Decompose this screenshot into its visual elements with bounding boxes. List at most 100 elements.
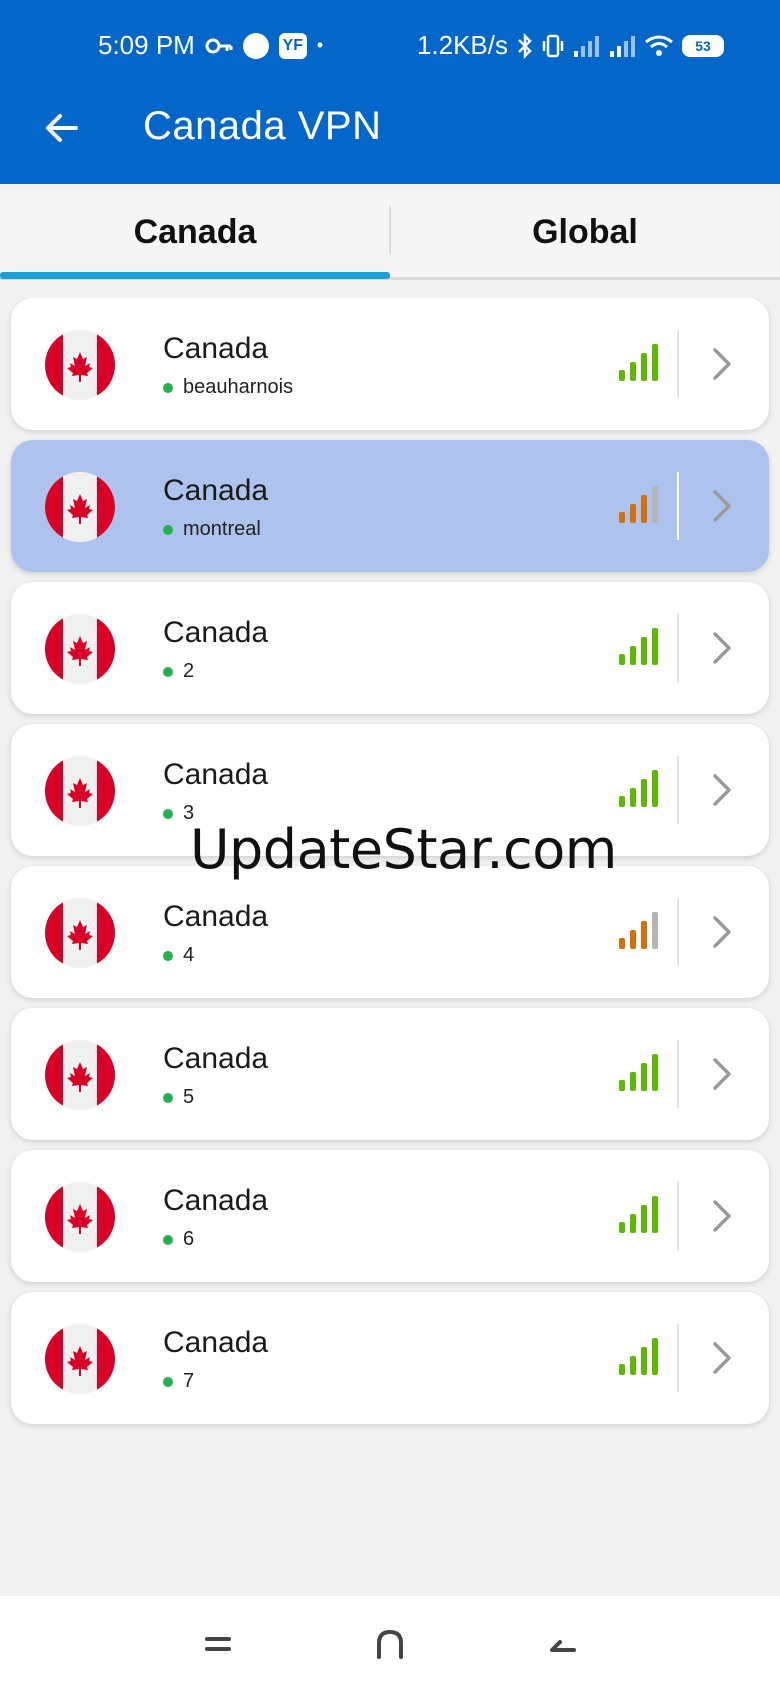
signal-strength-icon bbox=[619, 628, 658, 665]
signal-strength-icon bbox=[619, 1196, 658, 1233]
battery-icon: 53 bbox=[682, 34, 724, 57]
canada-flag-icon bbox=[45, 1182, 115, 1252]
signal-strength-icon bbox=[619, 1338, 658, 1375]
server-country: Canada bbox=[163, 332, 269, 365]
wifi-icon bbox=[645, 35, 673, 56]
active-tab-indicator bbox=[0, 272, 390, 279]
card-divider bbox=[677, 1040, 679, 1108]
watermark: UpdateStar.com bbox=[190, 818, 617, 881]
server-location-label: 5 bbox=[183, 1086, 195, 1108]
server-location: 6 bbox=[163, 1228, 194, 1251]
online-status-dot bbox=[163, 1234, 173, 1245]
chevron-right-icon[interactable] bbox=[701, 484, 741, 528]
server-location: 2 bbox=[163, 660, 194, 683]
chevron-right-icon[interactable] bbox=[701, 910, 741, 954]
system-nav-bar bbox=[0, 1596, 780, 1690]
card-divider bbox=[677, 472, 679, 540]
server-location-label: 2 bbox=[183, 660, 195, 682]
canada-flag-icon bbox=[45, 1324, 115, 1394]
app-bar: Canada VPN bbox=[0, 72, 780, 184]
system-back-button[interactable] bbox=[534, 1616, 590, 1672]
server-location: beauharnois bbox=[163, 376, 293, 399]
signal-strength-icon bbox=[619, 912, 658, 949]
server-location-label: montreal bbox=[183, 518, 261, 540]
server-card[interactable]: Canada 5 bbox=[11, 1008, 769, 1140]
server-country: Canada bbox=[163, 1184, 269, 1217]
online-status-dot bbox=[163, 950, 173, 961]
canada-flag-icon bbox=[45, 330, 115, 400]
card-divider bbox=[677, 1324, 679, 1392]
canada-flag-icon bbox=[45, 614, 115, 684]
canada-flag-icon bbox=[45, 472, 115, 542]
server-location-label: 6 bbox=[183, 1228, 195, 1250]
network-speed: 1.2KB/s bbox=[416, 30, 508, 60]
signal-strength-icon bbox=[619, 486, 658, 523]
server-card[interactable]: Canada montreal bbox=[11, 440, 769, 572]
signal-icon bbox=[610, 35, 635, 57]
key-icon bbox=[205, 38, 233, 53]
server-location-label: 4 bbox=[183, 944, 195, 966]
dot-icon: • bbox=[316, 35, 324, 55]
recent-apps-button[interactable] bbox=[190, 1616, 246, 1672]
server-location-label: beauharnois bbox=[183, 376, 294, 398]
card-divider bbox=[677, 1182, 679, 1250]
signal-strength-icon bbox=[619, 1054, 658, 1091]
server-card[interactable]: Canada beauharnois bbox=[11, 298, 769, 430]
chevron-right-icon[interactable] bbox=[701, 626, 741, 670]
back-button[interactable] bbox=[34, 100, 90, 156]
server-list[interactable]: Canada beauharnois Canada montreal Canada 2 Ca… bbox=[0, 298, 780, 1476]
home-icon bbox=[377, 1629, 403, 1659]
online-status-dot bbox=[163, 808, 173, 819]
canada-flag-icon bbox=[45, 898, 115, 968]
tab-canada[interactable]: Canada bbox=[0, 184, 390, 280]
online-status-dot bbox=[163, 1092, 173, 1103]
tab-global[interactable]: Global bbox=[390, 184, 780, 280]
back-arrow-icon bbox=[46, 114, 78, 142]
circle-icon bbox=[242, 32, 269, 59]
server-location: montreal bbox=[163, 518, 261, 541]
server-card[interactable]: Canada 2 bbox=[11, 582, 769, 714]
server-location: 7 bbox=[163, 1370, 194, 1393]
signal-strength-icon bbox=[619, 344, 658, 381]
back-icon bbox=[550, 1640, 576, 1652]
tab-bar: Canada Global bbox=[0, 184, 780, 280]
canada-flag-icon bbox=[45, 756, 115, 826]
status-right: 1.2KB/s 53 bbox=[417, 30, 724, 61]
server-card[interactable]: Canada 6 bbox=[11, 1150, 769, 1282]
chevron-right-icon[interactable] bbox=[701, 1052, 741, 1096]
server-location-label: 7 bbox=[183, 1370, 195, 1392]
menu-icon bbox=[205, 1637, 231, 1651]
card-divider bbox=[677, 756, 679, 824]
online-status-dot bbox=[163, 382, 173, 393]
server-country: Canada bbox=[163, 1042, 269, 1075]
chevron-right-icon[interactable] bbox=[701, 1336, 741, 1380]
server-country: Canada bbox=[163, 616, 269, 649]
server-card[interactable]: Canada 7 bbox=[11, 1292, 769, 1424]
server-country: Canada bbox=[163, 900, 269, 933]
server-location: 4 bbox=[163, 944, 194, 967]
online-status-dot bbox=[163, 524, 173, 535]
signal-strength-icon bbox=[619, 770, 658, 807]
chevron-right-icon[interactable] bbox=[701, 1194, 741, 1238]
server-location: 5 bbox=[163, 1086, 194, 1109]
online-status-dot bbox=[163, 1376, 173, 1387]
bluetooth-icon bbox=[518, 32, 532, 59]
home-button[interactable] bbox=[362, 1616, 418, 1672]
server-country: Canada bbox=[163, 758, 269, 791]
card-divider bbox=[677, 614, 679, 682]
canada-flag-icon bbox=[45, 1040, 115, 1110]
card-divider bbox=[677, 330, 679, 398]
status-time: 5:09 PM bbox=[98, 30, 195, 60]
chevron-right-icon[interactable] bbox=[701, 342, 741, 386]
chevron-right-icon[interactable] bbox=[701, 768, 741, 812]
status-left: 5:09 PM YF • bbox=[98, 30, 323, 61]
server-country: Canada bbox=[163, 1326, 269, 1359]
signal-icon bbox=[574, 35, 599, 57]
page-title: Canada VPN bbox=[143, 104, 382, 148]
online-status-dot bbox=[163, 666, 173, 677]
card-divider bbox=[677, 898, 679, 966]
server-card[interactable]: Canada 4 bbox=[11, 866, 769, 998]
server-country: Canada bbox=[163, 474, 269, 507]
vibrate-icon bbox=[542, 34, 564, 57]
app-badge-icon: YF bbox=[278, 32, 307, 59]
